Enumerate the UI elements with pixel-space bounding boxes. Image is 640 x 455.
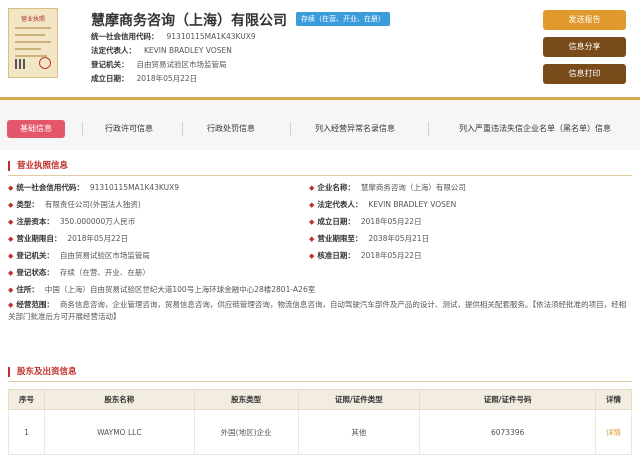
tab-basic-info[interactable]: 基础信息 [7,120,65,138]
header-established-date-label: 成立日期： [91,74,129,83]
column-header-cert-no: 证照/证件号码 [419,389,597,410]
shareholders-table: 序号 股东名称 股东类型 证照/证件类型 证照/证件号码 详情 1 WAYMO … [8,389,632,455]
field-business-scope: ◆ 经营范围： 商务信息咨询，企业管理咨询，贸易信息咨询，供应链管理咨询，物流信息咨… [8,300,627,321]
cell-type: 外国(地区)企业 [193,409,299,455]
header-registration-authority-row: 登记机关： 自由贸易试验区市场监管局 [91,59,227,70]
table-row: 1 WAYMO LLC 外国(地区)企业 其他 6073396 详情 [8,409,632,455]
header-registration-authority-label: 登记机关： [91,60,129,69]
info-tabs: 基础信息 行政许可信息 行政处罚信息 列入经营异常名录信息 列入严重违法失信企业… [0,100,640,150]
field-registration-status: ◆ 登记状态： 存续（在营、开业、在册） [8,268,150,277]
cell-cert-no: 6073396 [419,409,597,455]
field-registration-authority: ◆ 登记机关： 自由贸易试验区市场监管局 [8,251,150,260]
header-registration-authority-value: 自由贸易试验区市场监管局 [136,60,227,69]
header-legal-rep-value: KEVIN BRADLEY VOSEN [144,46,232,55]
cell-no: 1 [8,409,45,455]
cell-cert-type: 其他 [297,409,421,455]
company-header: 营业执照 慧摩商务咨询（上海）有限公司 存续（在营、开业、在册） 统一社会信用代… [0,0,640,98]
field-legal-representative: ◆ 法定代表人： KEVIN BRADLEY VOSEN [309,200,457,209]
shareholders-title: 股东及出资信息 [8,367,77,377]
share-info-button[interactable]: 信息分享 [543,37,626,57]
column-header-name: 股东名称 [43,389,195,410]
seal-icon [39,57,51,69]
detail-link[interactable]: 详情 [595,409,632,455]
company-name: 慧摩商务咨询（上海）有限公司 [91,13,287,29]
field-approval-date: ◆ 核准日期： 2018年05月22日 [309,251,422,260]
tab-admin-license[interactable]: 行政许可信息 [94,120,164,138]
header-legal-rep-row: 法定代表人： KEVIN BRADLEY VOSEN [91,45,232,56]
license-thumb-title: 营业执照 [20,16,45,23]
field-term-to: ◆ 营业期限至： 2038年05月21日 [309,234,430,243]
tab-blacklist[interactable]: 列入严重违法失信企业名单（黑名单）信息 [440,120,630,138]
header-established-date-value: 2018年05月22日 [136,74,198,83]
field-credit-code: ◆ 统一社会信用代码： 91310115MA1K43KUX9 [8,183,180,192]
column-header-no: 序号 [8,389,45,410]
field-registered-capital: ◆ 注册资本： 350.000000万人民币 [8,217,136,226]
field-term-from: ◆ 营业期限自： 2018年05月22日 [8,234,129,243]
column-header-type: 股东类型 [193,389,299,410]
tab-abnormal-operation[interactable]: 列入经营异常名录信息 [300,120,410,138]
column-header-cert-type: 证照/证件类型 [297,389,421,410]
business-info-title: 营业执照信息 [8,161,68,171]
header-credit-code-label: 统一社会信用代码： [91,32,159,41]
header-legal-rep-label: 法定代表人： [91,46,136,55]
qr-code-icon [15,59,25,69]
field-company-name: ◆ 企业名称： 慧摩商务咨询（上海）有限公司 [309,183,466,192]
print-info-button[interactable]: 信息打印 [543,64,626,84]
header-credit-code-row: 统一社会信用代码： 91310115MA1K43KUX9 [91,31,256,42]
header-credit-code-value: 91310115MA1K43KUX9 [166,32,256,41]
field-company-type: ◆ 类型： 有限责任公司(外国法人独资) [8,200,141,209]
status-badge: 存续（在营、开业、在册） [296,12,390,26]
send-report-button[interactable]: 发送报告 [543,10,626,30]
field-address: ◆ 住所： 中国（上海）自由贸易试验区世纪大道100号上海环球金融中心28楼2801… [8,285,316,294]
header-established-date-row: 成立日期： 2018年05月22日 [91,73,197,84]
business-license-thumbnail[interactable]: 营业执照 [8,8,58,78]
table-header-row: 序号 股东名称 股东类型 证照/证件类型 证照/证件号码 详情 [8,389,632,410]
column-header-detail: 详情 [595,389,632,410]
cell-name: WAYMO LLC [43,409,195,455]
field-established-date: ◆ 成立日期： 2018年05月22日 [309,217,422,226]
tab-admin-penalty[interactable]: 行政处罚信息 [194,120,268,138]
